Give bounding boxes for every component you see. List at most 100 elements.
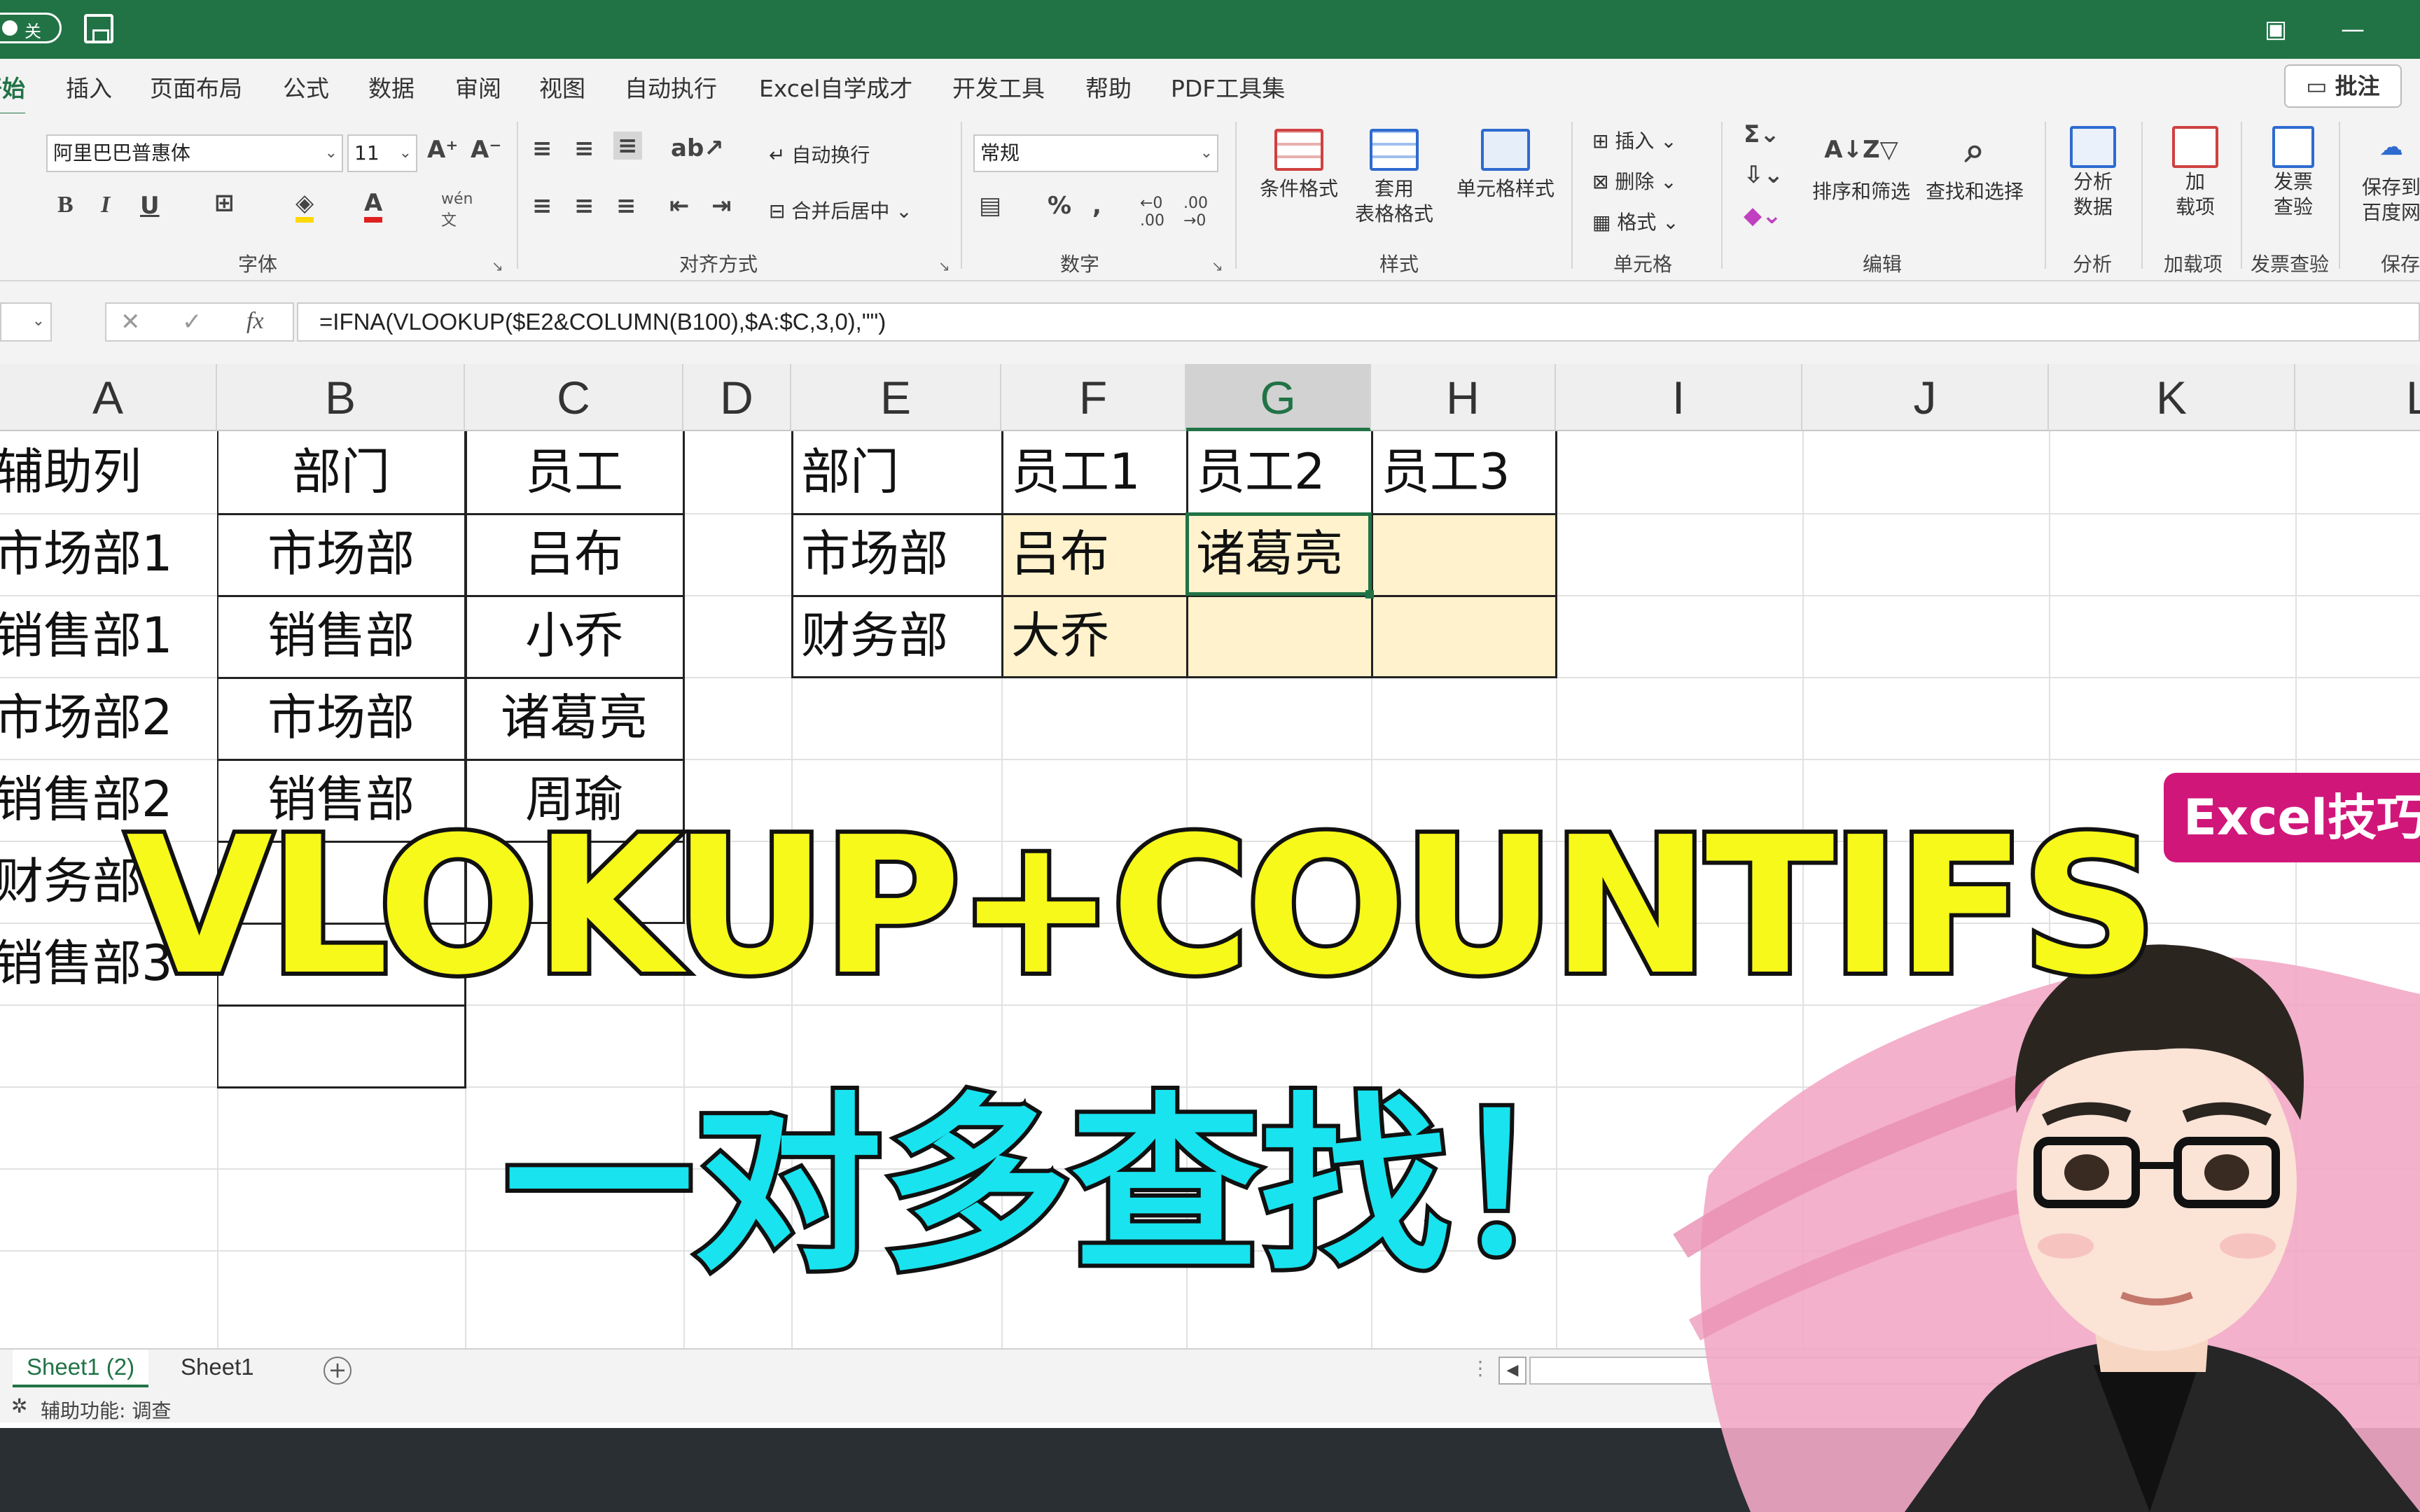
decrease-decimal-icon[interactable]: .00 →0: [1183, 195, 1208, 230]
cell-f2[interactable]: 吕布: [1001, 513, 1186, 595]
accounting-format-icon[interactable]: ▤: [979, 192, 1001, 220]
align-center-icon[interactable]: ≡: [574, 192, 594, 220]
tab-formulas[interactable]: 公式: [283, 70, 329, 104]
cell-h3[interactable]: [1371, 595, 1556, 677]
align-top-icon[interactable]: ≡: [532, 134, 552, 162]
underline-icon[interactable]: U: [140, 192, 160, 220]
align-middle-icon[interactable]: ≡: [574, 134, 594, 162]
save-to-baidu-button[interactable]: ☁ 保存到 百度网: [2353, 126, 2420, 225]
decrease-indent-icon[interactable]: ⇤: [669, 192, 690, 220]
sheet-tab-sheet1-2[interactable]: Sheet1 (2): [13, 1350, 149, 1387]
orientation-icon[interactable]: ab↗: [671, 134, 724, 162]
sort-filter-button[interactable]: A↓Z▽ 排序和筛选: [1805, 126, 1917, 204]
tab-insert[interactable]: 插入: [66, 70, 112, 104]
cell-c1[interactable]: 员工: [465, 431, 683, 513]
font-name-select[interactable]: 阿里巴巴普惠体 ⌄: [46, 134, 343, 172]
dialog-launcher-icon[interactable]: ↘: [938, 258, 950, 274]
decrease-font-icon[interactable]: A⁻: [471, 136, 501, 164]
invoice-check-button[interactable]: 发票 查验: [2255, 126, 2332, 220]
cell-a4[interactable]: 市场部2: [0, 677, 217, 759]
analyze-data-button[interactable]: 分析 数据: [2054, 126, 2132, 220]
percent-icon[interactable]: %: [1048, 192, 1071, 220]
save-icon[interactable]: [84, 14, 113, 43]
increase-font-icon[interactable]: A⁺: [427, 136, 458, 164]
font-color-icon[interactable]: A: [364, 189, 383, 223]
sheet-tab-sheet1[interactable]: Sheet1: [167, 1350, 268, 1387]
tab-help[interactable]: 帮助: [1085, 70, 1132, 104]
fill-color-icon[interactable]: ◈: [295, 189, 314, 223]
format-as-table-button[interactable]: 套用 表格格式: [1342, 129, 1447, 227]
column-header-l[interactable]: L: [2295, 364, 2420, 431]
cell-f1[interactable]: 员工1: [1001, 431, 1186, 513]
cell-c3[interactable]: 小乔: [465, 595, 683, 677]
cell-c2[interactable]: 吕布: [465, 513, 683, 595]
addins-button[interactable]: 加 载项: [2157, 126, 2234, 220]
name-box[interactable]: ⌄: [0, 302, 52, 342]
insert-cells-button[interactable]: ⊞ 插入 ⌄: [1592, 126, 1677, 154]
comment-button[interactable]: ▭ 批注: [2284, 64, 2402, 108]
cell-e1[interactable]: 部门: [791, 431, 1001, 513]
column-header-j[interactable]: J: [1802, 364, 2049, 431]
cell-g2-selected[interactable]: 诸葛亮: [1185, 512, 1372, 596]
split-handle-icon[interactable]: ⋮: [1470, 1357, 1490, 1380]
accessibility-icon[interactable]: ✲: [11, 1394, 27, 1418]
autosum-icon[interactable]: Σ⌄: [1744, 120, 1780, 148]
fill-icon[interactable]: ⇩⌄: [1744, 161, 1783, 189]
cell-e3[interactable]: 财务部: [791, 595, 1001, 677]
cell-a3[interactable]: 销售部1: [0, 595, 217, 677]
cell-e2[interactable]: 市场部: [791, 513, 1001, 595]
cell-c4[interactable]: 诸葛亮: [465, 677, 683, 759]
tab-pdf-tools[interactable]: PDF工具集: [1171, 70, 1285, 104]
italic-icon[interactable]: I: [101, 192, 110, 218]
formula-input[interactable]: =IFNA(VLOOKUP($E2&COLUMN(B100),$A:$C,3,0…: [297, 302, 2420, 342]
column-header-c[interactable]: C: [465, 364, 683, 431]
tab-home[interactable]: 开始: [0, 70, 25, 116]
tab-excel-self-study[interactable]: Excel自学成才: [759, 70, 912, 104]
align-bottom-icon[interactable]: ≡: [613, 132, 642, 160]
find-select-button[interactable]: ⌕ 查找和选择: [1919, 126, 2031, 204]
tab-review[interactable]: 审阅: [455, 70, 501, 104]
cell-b2[interactable]: 市场部: [217, 513, 465, 595]
minimize-icon[interactable]: —: [2332, 10, 2374, 49]
tab-data[interactable]: 数据: [368, 70, 415, 104]
align-right-icon[interactable]: ≡: [616, 192, 637, 220]
align-left-icon[interactable]: ≡: [532, 192, 552, 220]
cell-b4[interactable]: 市场部: [217, 677, 465, 759]
enter-icon[interactable]: ✓: [182, 308, 202, 336]
cell-h1[interactable]: 员工3: [1371, 431, 1556, 513]
cell-a2[interactable]: 市场部1: [0, 513, 217, 595]
column-header-a[interactable]: A: [0, 364, 217, 431]
comma-style-icon[interactable]: ,: [1092, 192, 1101, 220]
bold-icon[interactable]: B: [57, 192, 74, 218]
phonetic-icon[interactable]: wén 文: [441, 190, 473, 230]
column-header-d[interactable]: D: [683, 364, 791, 431]
dialog-launcher-icon[interactable]: ↘: [1211, 258, 1223, 274]
clear-icon[interactable]: ◆⌄: [1744, 202, 1782, 230]
column-header-e[interactable]: E: [791, 364, 1001, 431]
increase-indent-icon[interactable]: ⇥: [711, 192, 732, 220]
cancel-icon[interactable]: ✕: [120, 308, 141, 336]
cell-styles-button[interactable]: 单元格样式: [1449, 129, 1562, 202]
column-header-f[interactable]: F: [1001, 364, 1186, 431]
add-sheet-icon[interactable]: +: [324, 1357, 352, 1385]
cell-b3[interactable]: 销售部: [217, 595, 465, 677]
format-cells-button[interactable]: ▦ 格式 ⌄: [1592, 207, 1679, 235]
cell-b1[interactable]: 部门: [217, 431, 465, 513]
column-header-b[interactable]: B: [217, 364, 465, 431]
delete-cells-button[interactable]: ⊠ 删除 ⌄: [1592, 167, 1677, 195]
accessibility-status[interactable]: 辅助功能: 调查: [41, 1396, 171, 1424]
restore-ribbon-icon[interactable]: ▣: [2255, 10, 2297, 49]
cell-f3[interactable]: 大乔: [1001, 595, 1186, 677]
number-format-select[interactable]: 常规 ⌄: [973, 134, 1218, 172]
cell-a1[interactable]: 辅助列: [0, 431, 217, 513]
tab-view[interactable]: 视图: [539, 70, 585, 104]
border-icon[interactable]: ⊞: [214, 189, 235, 217]
tab-developer[interactable]: 开发工具: [952, 70, 1045, 104]
scroll-left-icon[interactable]: ◀: [1498, 1357, 1527, 1385]
font-size-select[interactable]: 11 ⌄: [347, 134, 417, 172]
column-header-k[interactable]: K: [2049, 364, 2295, 431]
tab-page-layout[interactable]: 页面布局: [150, 70, 242, 104]
cell-g3[interactable]: [1186, 595, 1371, 677]
merge-center-button[interactable]: ⊟ 合并后居中 ⌄: [769, 196, 912, 224]
cell-g1[interactable]: 员工2: [1186, 431, 1371, 513]
